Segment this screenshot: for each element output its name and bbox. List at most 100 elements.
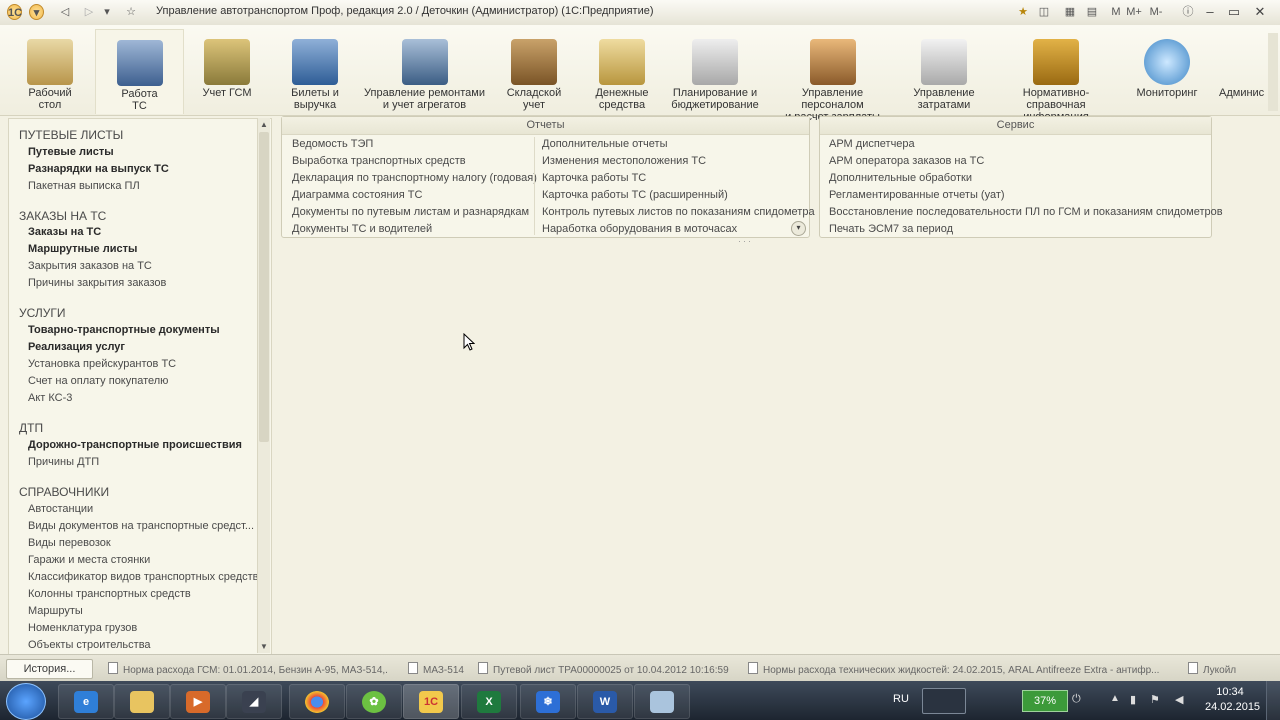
flag-icon[interactable]: ⚑: [1150, 693, 1160, 706]
forward-icon[interactable]: ▷: [80, 4, 98, 20]
favorite-star-icon[interactable]: ★: [1015, 4, 1031, 20]
network-meter-icon[interactable]: [922, 688, 966, 714]
nav-item-cargo[interactable]: Номенклатура грузов: [28, 622, 137, 634]
section-admin[interactable]: Админис: [1214, 29, 1268, 113]
nav-item-vehicle-doc-types[interactable]: Виды документов на транспортные средст..…: [28, 520, 254, 532]
report-link[interactable]: Карточка работы ТС (расширенный): [542, 189, 728, 201]
nav-item-columns[interactable]: Колонны транспортных средств: [28, 588, 191, 600]
report-link[interactable]: Карточка работы ТС: [542, 172, 646, 184]
section-money[interactable]: Денежные средства: [584, 29, 660, 113]
volume-icon[interactable]: ◀: [1175, 693, 1183, 706]
nav-item-price-lists[interactable]: Установка прейскурантов ТС: [28, 358, 176, 370]
nav-item-bus-stations[interactable]: Автостанции: [28, 503, 93, 515]
nav-item-invoice[interactable]: Счет на оплату покупателю: [28, 375, 168, 387]
m-minus-icon[interactable]: M-: [1148, 4, 1164, 20]
battery-indicator[interactable]: 37%: [1022, 690, 1068, 712]
nav-item-ks3[interactable]: Акт КС-3: [28, 392, 72, 404]
report-link[interactable]: Наработка оборудования в моточасах: [542, 223, 737, 235]
nav-scrollbar[interactable]: ▲ ▼: [257, 118, 270, 653]
section-desktop[interactable]: Рабочий стол: [14, 29, 86, 113]
language-indicator[interactable]: RU: [893, 693, 909, 705]
nav-item-closure-reasons[interactable]: Причины закрытия заказов: [28, 277, 166, 289]
report-link[interactable]: Документы по путевым листам и разнарядка…: [292, 206, 529, 218]
nav-item-order-closures[interactable]: Закрытия заказов на ТС: [28, 260, 152, 272]
nav-item-vehicle-classifier[interactable]: Классификатор видов транспортных средств: [28, 571, 259, 583]
taskbar-stealth[interactable]: ◢: [226, 684, 282, 719]
history-item[interactable]: Путевой лист ТРА00000025 от 10.04.2012 1…: [478, 662, 729, 676]
history-item[interactable]: МАЗ-514: [408, 662, 464, 676]
resize-handle-icon[interactable]: ···: [738, 236, 753, 246]
section-reference[interactable]: Нормативно-справочная информация: [994, 29, 1118, 123]
1c-logo-icon[interactable]: 1С: [7, 4, 22, 20]
nav-item-ttn[interactable]: Товарно-транспортные документы: [28, 324, 220, 336]
service-link[interactable]: Дополнительные обработки: [829, 172, 972, 184]
info-icon[interactable]: ◫: [1036, 4, 1052, 20]
network-icon[interactable]: ▮: [1130, 693, 1136, 706]
taskbar-word[interactable]: W: [577, 684, 633, 719]
history-item[interactable]: Лукойл: [1188, 662, 1236, 676]
expand-more-icon[interactable]: ▾: [791, 221, 806, 236]
nav-scroll-thumb[interactable]: [259, 132, 269, 442]
service-link[interactable]: Регламентированные отчеты (уат): [829, 189, 1005, 201]
taskbar-snowflake[interactable]: ❄: [520, 684, 576, 719]
report-link[interactable]: Декларация по транспортному налогу (годо…: [292, 172, 537, 184]
service-link[interactable]: Печать ЭСМ7 за период: [829, 223, 953, 235]
service-link[interactable]: АРМ оператора заказов на ТС: [829, 155, 984, 167]
m-icon[interactable]: M: [1108, 4, 1124, 20]
maximize-button[interactable]: ▭: [1220, 3, 1248, 21]
scroll-down-icon[interactable]: ▼: [260, 642, 268, 651]
taskbar-1c[interactable]: 1С: [403, 684, 459, 719]
taskbar-ie[interactable]: e: [58, 684, 114, 719]
service-link[interactable]: АРМ диспетчера: [829, 138, 915, 150]
nav-item-accidents[interactable]: Дорожно-транспортные происшествия: [28, 439, 242, 451]
main-menu-icon[interactable]: ▾: [29, 4, 44, 20]
back-icon[interactable]: ◁: [56, 4, 74, 20]
section-monitoring[interactable]: Мониторинг: [1130, 29, 1204, 113]
taskbar-explorer[interactable]: [114, 684, 170, 719]
section-planning[interactable]: Планирование и бюджетирование: [668, 29, 762, 113]
section-fuel[interactable]: Учет ГСМ: [190, 29, 264, 113]
nav-item-orders[interactable]: Заказы на ТС: [28, 226, 101, 238]
nav-item-transport-types[interactable]: Виды перевозок: [28, 537, 111, 549]
service-link[interactable]: Восстановление последовательности ПЛ по …: [829, 206, 1223, 218]
nav-item-waybills[interactable]: Путевые листы: [28, 146, 114, 158]
sections-scrollbar[interactable]: [1268, 33, 1278, 111]
section-vehicles[interactable]: Работа ТС: [95, 29, 184, 114]
nav-item-construction-sites[interactable]: Объекты строительства: [28, 639, 151, 651]
taskbar-icq[interactable]: ✿: [346, 684, 402, 719]
battery-plug-icon[interactable]: ⏻: [1072, 693, 1081, 706]
taskbar-excel[interactable]: X: [461, 684, 517, 719]
report-link[interactable]: Диаграмма состояния ТС: [292, 189, 422, 201]
report-link[interactable]: Контроль путевых листов по показаниям сп…: [542, 206, 815, 218]
section-costs[interactable]: Управление затратами: [905, 29, 983, 113]
calculator-icon[interactable]: ▦: [1062, 4, 1078, 20]
taskbar-media-player[interactable]: ▶: [170, 684, 226, 719]
m-plus-icon[interactable]: M+: [1126, 4, 1142, 20]
report-link[interactable]: Ведомость ТЭП: [292, 138, 373, 150]
nav-item-route-sheets[interactable]: Маршрутные листы: [28, 243, 137, 255]
help-icon[interactable]: ⓘ: [1180, 4, 1196, 20]
history-dropdown-icon[interactable]: ▾: [100, 4, 114, 20]
history-button[interactable]: История...: [6, 659, 93, 679]
section-repairs[interactable]: Управление ремонтами и учет агрегатов: [362, 29, 487, 113]
nav-item-batch-waybills[interactable]: Пакетная выписка ПЛ: [28, 180, 140, 192]
show-hidden-icons[interactable]: ▲: [1110, 693, 1120, 704]
nav-item-routes[interactable]: Маршруты: [28, 605, 83, 617]
show-desktop-button[interactable]: [1266, 681, 1280, 720]
section-warehouse[interactable]: Складской учет: [497, 29, 571, 113]
report-link[interactable]: Дополнительные отчеты: [542, 138, 667, 150]
taskbar-notes[interactable]: [634, 684, 690, 719]
section-personnel[interactable]: Управление персоналом и расчет зарплаты: [770, 29, 895, 123]
section-tickets[interactable]: Билеты и выручка: [276, 29, 354, 113]
nav-item-accident-reasons[interactable]: Причины ДТП: [28, 456, 99, 468]
nav-item-service-sales[interactable]: Реализация услуг: [28, 341, 125, 353]
report-link[interactable]: Выработка транспортных средств: [292, 155, 466, 167]
taskbar-chrome[interactable]: [289, 684, 345, 719]
history-item[interactable]: Норма расхода ГСМ: 01.01.2014, Бензин А-…: [108, 662, 388, 676]
nav-item-garages[interactable]: Гаражи и места стоянки: [28, 554, 150, 566]
history-item[interactable]: Нормы расхода технических жидкостей: 24.…: [748, 662, 1159, 676]
scroll-up-icon[interactable]: ▲: [260, 120, 268, 129]
nav-item-dispatch-orders[interactable]: Разнарядки на выпуск ТС: [28, 163, 169, 175]
calendar-icon[interactable]: ▤: [1084, 4, 1100, 20]
report-link[interactable]: Документы ТС и водителей: [292, 223, 432, 235]
